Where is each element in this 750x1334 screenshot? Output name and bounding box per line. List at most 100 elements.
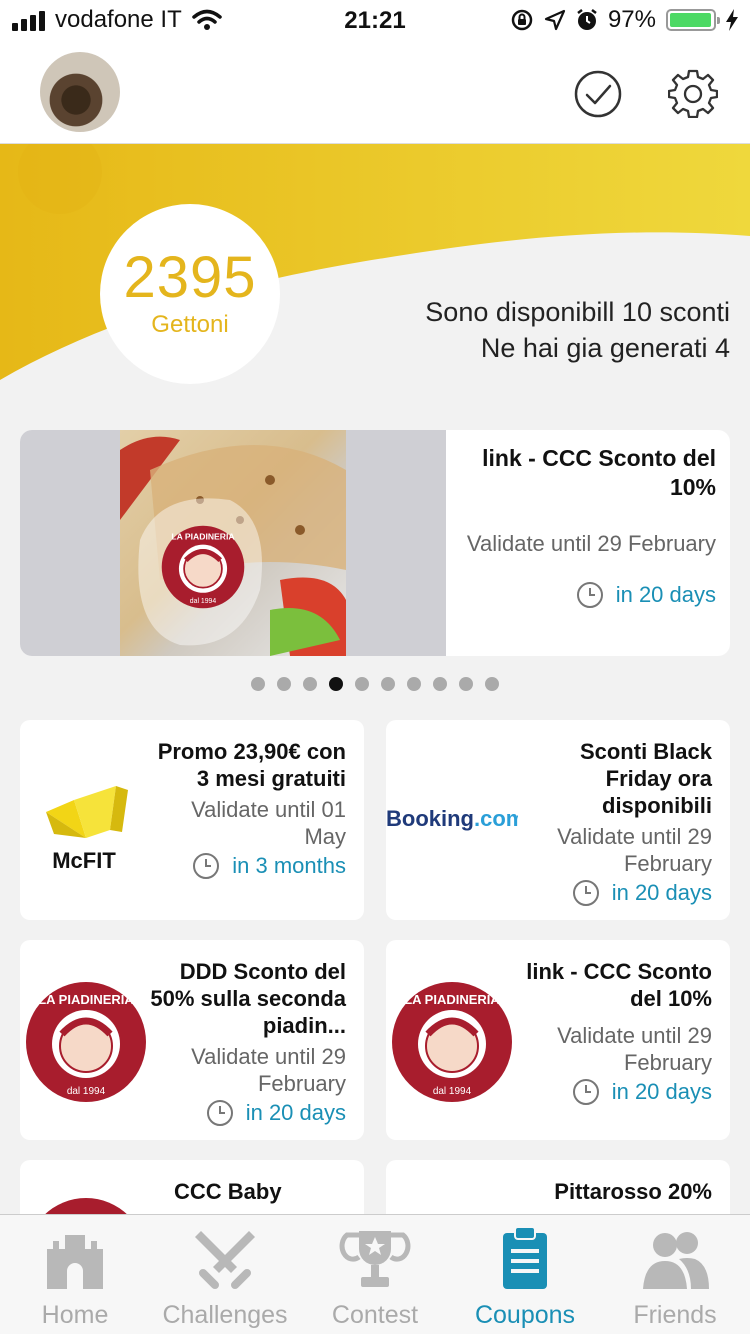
- svg-text:LA PIADINERIA: LA PIADINERIA: [38, 992, 134, 1007]
- coupon-info: link - CCC Sconto del 10% Validate until…: [516, 958, 712, 1106]
- coupon-remaining: in 20 days: [466, 581, 716, 609]
- clock-icon: [576, 582, 603, 608]
- coupon-title: link - CCC Sconto del 10%: [526, 959, 712, 1011]
- coupon-remaining: in 20 days: [516, 1078, 712, 1106]
- generated-discounts-text: Ne hai gia generati 4: [480, 333, 730, 363]
- avatar[interactable]: [40, 52, 120, 132]
- svg-text:LA PIADINERIA: LA PIADINERIA: [171, 531, 234, 541]
- la-piadineria-logo: LA PIADINERIA dal 1994: [26, 982, 146, 1102]
- clock-icon: [193, 853, 220, 879]
- coupon-title: Sconti Black Friday ora disponibili: [579, 739, 712, 818]
- svg-text:dal 1994: dal 1994: [190, 598, 217, 605]
- alarm-icon: [577, 9, 597, 30]
- pagination-dot[interactable]: [407, 677, 421, 691]
- nav-contest[interactable]: Contest: [300, 1215, 450, 1334]
- clock-icon: [572, 1079, 599, 1105]
- booking-logo: Booking.com: [386, 806, 518, 831]
- coupon-validity: Validate until 29 February: [191, 1044, 346, 1096]
- coupon-title: Pittarosso 20%: [554, 1179, 712, 1204]
- gear-icon[interactable]: [668, 68, 718, 118]
- clock-icon: [206, 1100, 233, 1126]
- app-screen: vodafone IT 21:21 97% 2395 Gettoni Sono …: [0, 0, 750, 1334]
- pagination-dot[interactable]: [381, 677, 395, 691]
- pagination-dot[interactable]: [303, 677, 317, 691]
- nav-home[interactable]: Home: [0, 1215, 150, 1334]
- bottom-navigation: Home Challenges Contest Coupons Friends: [0, 1214, 750, 1334]
- nav-label: Contest: [331, 1301, 419, 1329]
- nav-coupons[interactable]: Coupons: [450, 1215, 600, 1334]
- svg-text:dal 1994: dal 1994: [433, 1086, 472, 1097]
- coupon-validity: Validate until 29 February: [557, 1023, 712, 1075]
- coupon-info: Pittarosso 20%: [516, 1178, 712, 1209]
- coin-value: 2395: [123, 245, 257, 310]
- la-piadineria-logo: LA PIADINERIA dal 1994: [161, 525, 245, 609]
- battery-percent: 97%: [607, 6, 656, 33]
- discount-summary: Sono disponibill 10 sconti Ne hai gia ge…: [425, 294, 730, 366]
- featured-coupon-info: link - CCC Sconto del 10% Validate until…: [466, 444, 716, 609]
- rotation-lock-icon: [511, 9, 533, 31]
- castle-icon: [47, 1235, 103, 1289]
- coupon-card[interactable]: LA PIADINERIA dal 1994 link - CCC Sconto…: [386, 940, 730, 1140]
- top-bar: [0, 40, 750, 144]
- location-arrow-icon: [544, 9, 566, 31]
- checkmark-circle-icon[interactable]: [574, 70, 622, 118]
- mcfit-logo: McFIT: [46, 786, 128, 873]
- coupon-info: CCC Baby: [150, 1178, 346, 1209]
- coupon-card[interactable]: McFIT Promo 23,90€ con 3 mesi gratuiti V…: [20, 720, 364, 920]
- pagination-dot[interactable]: [459, 677, 473, 691]
- nav-friends[interactable]: Friends: [600, 1215, 750, 1334]
- remaining-text: in 20 days: [611, 880, 712, 905]
- coupon-validity: Validate until 29 February: [466, 531, 716, 556]
- coupon-title: CCC Baby: [174, 1179, 282, 1204]
- coins-hero: 2395 Gettoni Sono disponibill 10 sconti …: [0, 144, 750, 400]
- carousel-pagination: [0, 677, 750, 691]
- coupon-remaining: in 20 days: [146, 1099, 346, 1127]
- available-discounts-text: Sono disponibill 10 sconti: [425, 297, 730, 327]
- nav-label: Friends: [633, 1301, 717, 1329]
- remaining-text: in 20 days: [611, 1079, 712, 1104]
- svg-text:LA PIADINERIA: LA PIADINERIA: [404, 992, 500, 1007]
- coupon-title: link - CCC Sconto del 10%: [482, 445, 716, 500]
- pagination-dot[interactable]: [329, 677, 343, 691]
- coupon-validity: Validate until 01 May: [191, 797, 346, 849]
- featured-coupon-card[interactable]: LA PIADINERIA dal 1994 link - CCC Sconto…: [20, 430, 730, 656]
- coupon-validity: Validate until 29 February: [557, 824, 712, 876]
- nav-label: Challenges: [162, 1301, 288, 1329]
- people-icon: [643, 1232, 709, 1289]
- pagination-dot[interactable]: [355, 677, 369, 691]
- pagination-dot[interactable]: [277, 677, 291, 691]
- svg-text:dal 1994: dal 1994: [67, 1086, 106, 1097]
- nav-label: Coupons: [474, 1301, 576, 1329]
- coupon-card[interactable]: Booking.com Sconti Black Friday ora disp…: [386, 720, 730, 920]
- coupon-remaining: in 20 days: [516, 879, 712, 907]
- svg-text:Booking.com: Booking.com: [386, 806, 518, 831]
- status-bar: vodafone IT 21:21 97%: [0, 0, 750, 40]
- remaining-text: in 3 months: [232, 853, 346, 878]
- coupon-remaining: in 3 months: [150, 852, 346, 880]
- remaining-text: in 20 days: [245, 1100, 346, 1125]
- trophy-icon: [339, 1231, 411, 1287]
- nav-challenges[interactable]: Challenges: [150, 1215, 300, 1334]
- coupon-info: Promo 23,90€ con 3 mesi gratuiti Validat…: [150, 738, 346, 880]
- pagination-dot[interactable]: [433, 677, 447, 691]
- featured-coupon-image: LA PIADINERIA dal 1994: [20, 430, 446, 656]
- coin-balance: 2395 Gettoni: [100, 204, 280, 384]
- crossed-swords-icon: [195, 1231, 255, 1289]
- pagination-dot[interactable]: [251, 677, 265, 691]
- battery-icon: [666, 9, 720, 31]
- charging-bolt-icon: [726, 9, 738, 31]
- coupon-info: DDD Sconto del 50% sulla seconda piadin.…: [146, 958, 346, 1127]
- coupon-card[interactable]: LA PIADINERIA dal 1994 DDD Sconto del 50…: [20, 940, 364, 1140]
- nav-label: Home: [41, 1301, 109, 1329]
- coupon-info: Sconti Black Friday ora disponibili Vali…: [516, 738, 712, 907]
- svg-text:McFIT: McFIT: [52, 848, 116, 873]
- coupon-title: DDD Sconto del 50% sulla seconda piadin.…: [150, 959, 346, 1038]
- coin-label: Gettoni: [151, 311, 229, 338]
- coupon-title: Promo 23,90€ con 3 mesi gratuiti: [157, 739, 346, 791]
- clock-icon: [572, 880, 599, 906]
- remaining-text: in 20 days: [615, 582, 716, 607]
- pagination-dot[interactable]: [485, 677, 499, 691]
- la-piadineria-logo: LA PIADINERIA dal 1994: [392, 982, 512, 1102]
- clipboard-icon: [503, 1227, 547, 1289]
- status-right: 97%: [510, 6, 738, 34]
